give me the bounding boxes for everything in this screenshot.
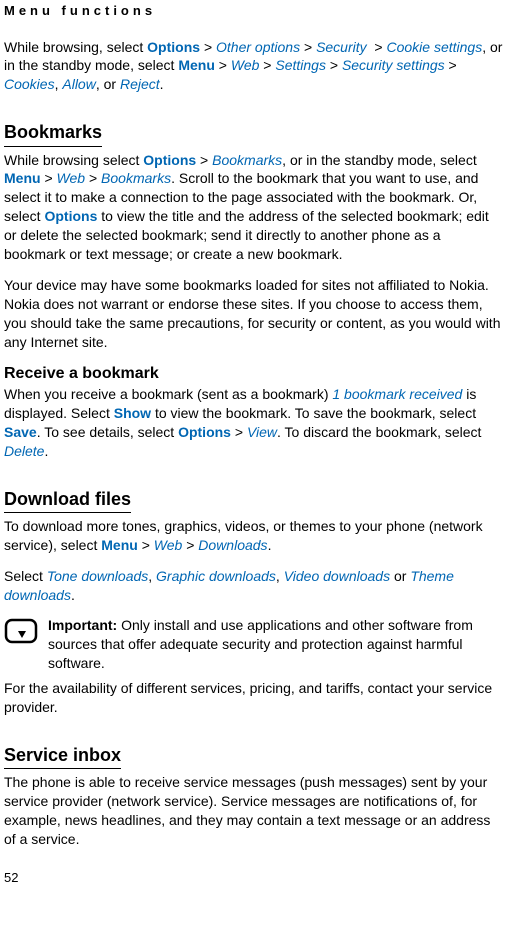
save-label: Save bbox=[4, 424, 37, 440]
important-text: Important: Only install and use applicat… bbox=[48, 616, 504, 673]
other-options-label: Other options bbox=[216, 39, 300, 55]
separator: > bbox=[182, 537, 198, 553]
bookmarks-paragraph-2: Your device may have some bookmarks load… bbox=[4, 276, 504, 352]
view-label: View bbox=[247, 424, 277, 440]
settings-label: Settings bbox=[275, 57, 326, 73]
tone-downloads-label: Tone downloads bbox=[47, 568, 148, 584]
bookmarks-label: Bookmarks bbox=[212, 152, 282, 168]
text: , bbox=[148, 568, 156, 584]
web-label: Web bbox=[57, 170, 86, 186]
text: Select bbox=[4, 568, 47, 584]
download-paragraph-2: Select Tone downloads, Graphic downloads… bbox=[4, 567, 504, 605]
text: While browsing, select bbox=[4, 39, 147, 55]
options-label: Options bbox=[143, 152, 196, 168]
text: . To discard the bookmark, select bbox=[277, 424, 481, 440]
inbox-paragraph: The phone is able to receive service mes… bbox=[4, 773, 504, 849]
text: or bbox=[390, 568, 410, 584]
graphic-downloads-label: Graphic downloads bbox=[156, 568, 276, 584]
bookmarks-heading: Bookmarks bbox=[4, 120, 102, 146]
separator: > bbox=[138, 537, 154, 553]
text: . bbox=[268, 537, 272, 553]
separator: > bbox=[259, 57, 275, 73]
page-header: Menu functions bbox=[4, 2, 504, 20]
downloads-label: Downloads bbox=[198, 537, 267, 553]
bookmarks-label: Bookmarks bbox=[101, 170, 171, 186]
separator: > bbox=[300, 39, 316, 55]
cookie-settings-label: Cookie settings bbox=[387, 39, 483, 55]
options-label: Options bbox=[44, 208, 97, 224]
text: , or in the standby mode, select bbox=[282, 152, 477, 168]
intro-paragraph: While browsing, select Options > Other o… bbox=[4, 38, 504, 95]
received-label: 1 bookmark received bbox=[332, 386, 462, 402]
text: When you receive a bookmark (sent as a b… bbox=[4, 386, 332, 402]
show-label: Show bbox=[114, 405, 151, 421]
security-settings-label: Security settings bbox=[342, 57, 445, 73]
important-icon bbox=[4, 618, 38, 653]
receive-bookmark-heading: Receive a bookmark bbox=[4, 363, 504, 385]
security-label: Security bbox=[316, 39, 367, 55]
menu-label: Menu bbox=[178, 57, 215, 73]
service-inbox-heading: Service inbox bbox=[4, 743, 121, 769]
download-files-heading: Download files bbox=[4, 487, 131, 513]
page-number: 52 bbox=[4, 869, 504, 887]
cookies-label: Cookies bbox=[4, 76, 55, 92]
menu-label: Menu bbox=[101, 537, 138, 553]
text: While browsing select bbox=[4, 152, 143, 168]
text: , or bbox=[96, 76, 120, 92]
separator: > bbox=[367, 39, 387, 55]
bookmarks-paragraph-1: While browsing select Options > Bookmark… bbox=[4, 151, 504, 264]
video-downloads-label: Video downloads bbox=[284, 568, 390, 584]
text: . bbox=[160, 76, 164, 92]
web-label: Web bbox=[231, 57, 260, 73]
separator: > bbox=[445, 57, 457, 73]
delete-label: Delete bbox=[4, 443, 44, 459]
text: . To see details, select bbox=[37, 424, 178, 440]
receive-paragraph: When you receive a bookmark (sent as a b… bbox=[4, 385, 504, 461]
text: . bbox=[71, 587, 75, 603]
text: , bbox=[276, 568, 284, 584]
separator: > bbox=[231, 424, 247, 440]
menu-label: Menu bbox=[4, 170, 41, 186]
web-label: Web bbox=[154, 537, 183, 553]
separator: > bbox=[196, 152, 212, 168]
text: . bbox=[44, 443, 48, 459]
separator: > bbox=[215, 57, 231, 73]
download-paragraph-1: To download more tones, graphics, videos… bbox=[4, 517, 504, 555]
separator: > bbox=[41, 170, 57, 186]
separator: > bbox=[326, 57, 342, 73]
text: to view the bookmark. To save the bookma… bbox=[151, 405, 476, 421]
separator: > bbox=[200, 39, 216, 55]
important-note: Important: Only install and use applicat… bbox=[4, 616, 504, 673]
download-paragraph-3: For the availability of different servic… bbox=[4, 679, 504, 717]
important-label: Important: bbox=[48, 617, 117, 633]
options-label: Options bbox=[178, 424, 231, 440]
reject-label: Reject bbox=[120, 76, 160, 92]
options-label: Options bbox=[147, 39, 200, 55]
separator: > bbox=[85, 170, 101, 186]
allow-label: Allow bbox=[62, 76, 95, 92]
